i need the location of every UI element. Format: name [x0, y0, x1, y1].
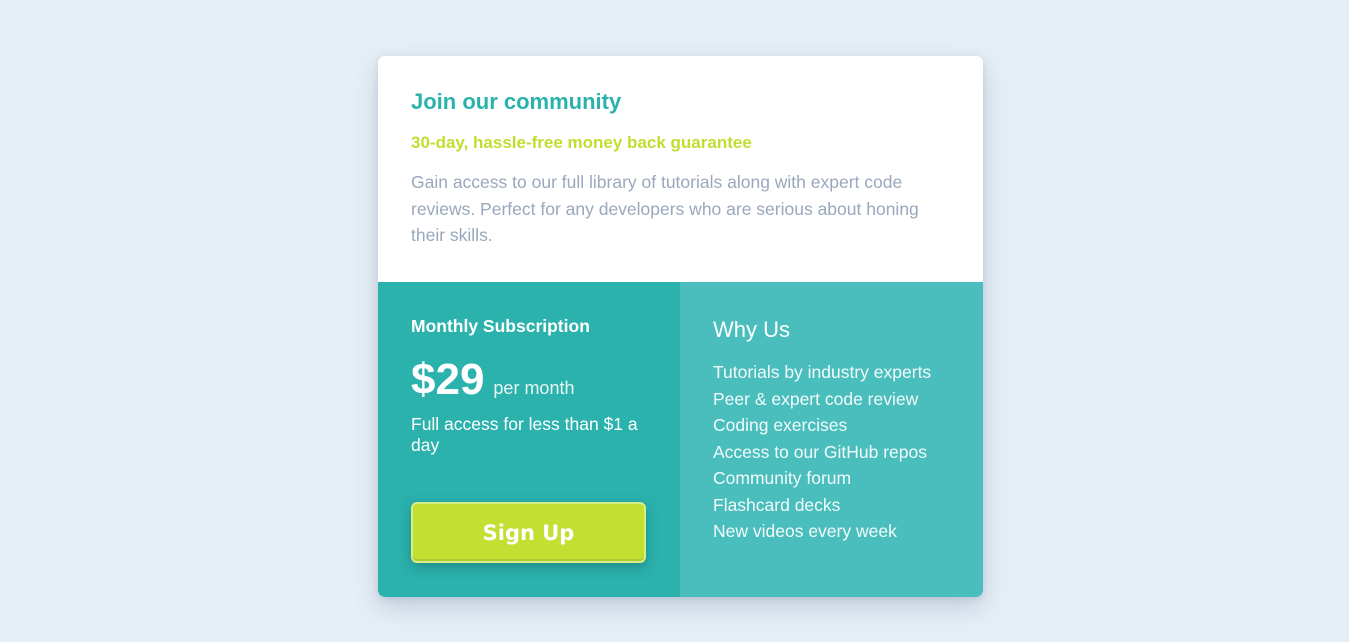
- price-amount: $29: [411, 355, 485, 404]
- plan-name: Monthly Subscription: [411, 316, 590, 336]
- feature-list: Tutorials by industry experts Peer & exp…: [713, 359, 931, 545]
- price-period: per month: [493, 378, 575, 398]
- price-note: Full access for less than $1 a day: [411, 414, 638, 455]
- feature-item: Access to our GitHub repos: [713, 441, 927, 462]
- page-title: Join our community: [411, 89, 622, 114]
- subscription-panel: Monthly Subscription $29 per month Full a…: [378, 282, 680, 597]
- why-us-title: Why Us: [713, 317, 790, 342]
- feature-item: Coding exercises: [713, 415, 848, 435]
- why-us-panel: Why Us Tutorials by industry experts Pee…: [680, 282, 983, 597]
- feature-item: Community forum: [713, 468, 852, 488]
- feature-item: Peer & expert code review: [713, 388, 919, 409]
- guarantee-subtitle: 30-day, hassle-free money back guarantee: [411, 133, 752, 152]
- feature-item: Tutorials by industry experts: [713, 362, 932, 382]
- community-header: Join our community 30-day, hassle-free m…: [378, 56, 983, 282]
- description-text: Gain access to our full library of tutor…: [411, 172, 919, 245]
- pricing-card: Join our community 30-day, hassle-free m…: [378, 56, 983, 597]
- sign-up-button[interactable]: Sign Up: [411, 502, 646, 563]
- feature-item: Flashcard decks: [713, 494, 841, 515]
- price-row: $29 per month: [411, 352, 574, 408]
- feature-item: New videos every week: [713, 521, 897, 541]
